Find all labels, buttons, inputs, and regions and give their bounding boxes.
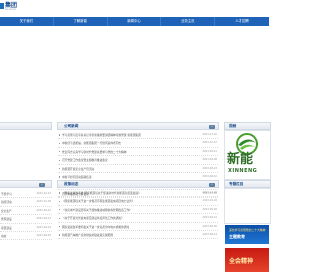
list-item[interactable]: 国家发展改革委印发关于进一步完善分时电价机制的通知 2023-08-30 bbox=[58, 223, 218, 231]
video-header: 视频 bbox=[224, 122, 271, 130]
topic-banner-study-line2: 主题教育 bbox=[229, 234, 245, 239]
list-item[interactable]: 新能源汽车推广应用财政补贴政策实施细则 2023-08-14 bbox=[58, 231, 218, 240]
logo-mark-icon bbox=[0, 3, 4, 9]
nav-item-learn[interactable]: 了解新能 bbox=[54, 17, 108, 26]
company-news-more-button[interactable]: » bbox=[209, 124, 215, 129]
topic-banner-plenary[interactable]: 全会精神 bbox=[225, 248, 269, 272]
topics-header: 专题栏目 bbox=[224, 180, 271, 188]
video-title: 视频 bbox=[229, 124, 237, 128]
logo-subtitle: NG GROUP bbox=[5, 9, 16, 11]
list-item[interactable]: 新能源开展安全生产月活动 2023-08-23 bbox=[58, 165, 218, 173]
list-item[interactable]: 《国家能源局关于进一步规范可再生能源发电项目电力业务》 2023-10-18 bbox=[58, 197, 218, 206]
policy-more-button[interactable]: » bbox=[209, 182, 215, 187]
brand-video-box[interactable]: 新能 XINNENG bbox=[224, 130, 271, 180]
list-item[interactable]: 《住房城乡建设部等关于加快推进城镇供热管网改造工作》 2023-09-26 bbox=[58, 206, 218, 215]
list-item[interactable]: 党风建设 2023-09-14 bbox=[0, 215, 52, 224]
list-item[interactable]: 项目建设 2023-09-01 bbox=[0, 224, 52, 232]
list-item[interactable]: 《关于开展光伏发电项目建设年度评估工作的通知》 2023-09-12 bbox=[58, 214, 218, 223]
company-news-header: 公司新闻 » bbox=[57, 122, 219, 130]
banner-area bbox=[0, 26, 269, 122]
list-item[interactable]: 安全生产 2023-09-21 bbox=[0, 207, 52, 216]
nav-item-news[interactable]: 新闻中心 bbox=[108, 17, 162, 26]
list-item[interactable]: 学习贯彻习近平总书记考察新疆重要讲话精神专题党课 新能源集团 2023-11-20 bbox=[58, 131, 218, 140]
left-panel-header bbox=[0, 122, 52, 130]
list-item[interactable]: 党员同志认真学习新时代党建总要求与党的二十大精神 2023-09-21 bbox=[58, 148, 218, 157]
topic-banner-study[interactable]: 深化学习贯彻党的二十大精神 主题教育 bbox=[225, 225, 269, 244]
nav-item-about[interactable]: 关于我们 bbox=[0, 17, 54, 26]
policy-list: 《国家发展改革委 国家能源局关于促进新时代新能源高质量发展》 2023-11-02… bbox=[58, 189, 218, 240]
list-item[interactable]: 《国家发展改革委 国家能源局关于促进新时代新能源高质量发展》 2023-11-02 bbox=[58, 189, 218, 198]
policy-header: 政策动态 » bbox=[57, 180, 219, 188]
nav-item-business[interactable]: 业务主页 bbox=[161, 17, 216, 26]
left-panel2-header: » bbox=[0, 180, 52, 188]
left-list: 干部学习 2023-10-12 新闻活动 2023-10-05 安全生产 2023-0… bbox=[0, 190, 52, 241]
list-item[interactable]: 召开党建工作会议暨主题教育推进会议 2023-09-08 bbox=[58, 156, 218, 165]
nav-item-careers[interactable]: 人才招聘 bbox=[215, 17, 269, 26]
brand-name-en: XINNENG bbox=[228, 168, 258, 174]
company-news-title: 公司新闻 bbox=[64, 124, 79, 128]
list-item[interactable]: 中秋佳节送祝福，新能源集团一行慰问退休老同志 2023-10-07 bbox=[58, 139, 218, 148]
topics-blank bbox=[224, 188, 271, 224]
topic-banner-plenary-text: 全会精神 bbox=[229, 258, 254, 265]
main-nav: 关于我们 了解新能 新闻中心 业务主页 人才招聘 bbox=[0, 17, 269, 26]
topics-title: 专题栏目 bbox=[229, 182, 244, 186]
policy-title: 政策动态 bbox=[64, 182, 79, 186]
list-item[interactable]: 干部学习 2023-10-12 bbox=[0, 190, 52, 199]
left-more-button[interactable]: » bbox=[39, 182, 45, 187]
page-header: 集团 NG GROUP bbox=[0, 0, 269, 16]
list-item[interactable]: 动态 2023-08-25 bbox=[0, 232, 52, 241]
brand-name-cn: 新能 bbox=[227, 152, 254, 167]
list-item[interactable]: 新闻活动 2023-10-05 bbox=[0, 198, 52, 207]
logo-text: 集团 bbox=[5, 2, 18, 9]
topic-banner-study-line1: 深化学习贯彻党的二十大精神 bbox=[229, 228, 266, 232]
